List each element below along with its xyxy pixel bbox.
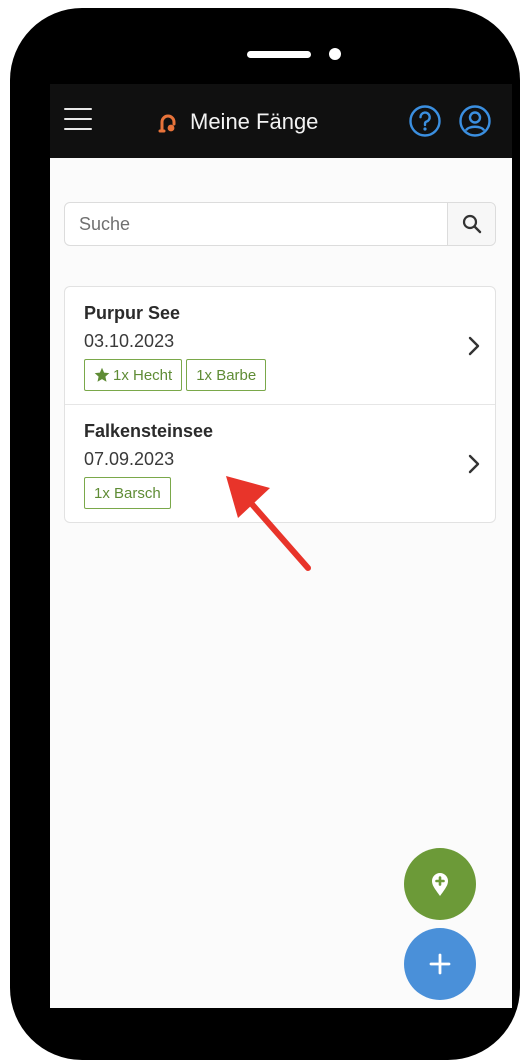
add-catch-button[interactable]	[404, 928, 476, 1000]
fish-tag-label: 1x Barsch	[94, 484, 161, 502]
catch-item-purpur-see[interactable]: Purpur See 03.10.2023 1x Hecht 1x Barbe	[65, 287, 495, 405]
location-plus-icon	[432, 873, 448, 896]
fish-tags: 1x Barsch	[84, 477, 171, 509]
fish-tag-label: 1x Barbe	[196, 366, 257, 384]
star-icon	[94, 367, 110, 382]
phone-speaker	[247, 51, 311, 58]
add-location-button[interactable]	[404, 848, 476, 920]
catch-water-name: Purpur See	[84, 303, 181, 323]
fish-tag: 1x Barbe	[186, 359, 267, 391]
side-button-volume-up	[14, 236, 24, 308]
side-button-volume-down	[14, 330, 24, 402]
app-bar: Meine Fänge	[50, 84, 512, 158]
fish-tag: 1x Hecht	[84, 359, 183, 391]
chevron-right-icon	[468, 336, 480, 356]
help-circle-icon[interactable]	[408, 104, 442, 138]
search-button[interactable]	[447, 203, 495, 245]
search-icon	[462, 214, 482, 234]
catch-water-name: Falkensteinsee	[84, 421, 214, 441]
fish-tag-label: 1x Hecht	[113, 366, 173, 384]
plus-icon	[429, 953, 451, 975]
fish-tags: 1x Hecht 1x Barbe	[84, 359, 267, 391]
fish-tag: 1x Barsch	[84, 477, 171, 509]
page-title: Meine Fänge	[190, 109, 319, 134]
screenshot-stage: Meine Fänge Suche Purpur See 03.10.2023 …	[0, 0, 528, 1064]
catch-date: 03.10.2023	[84, 331, 175, 351]
user-account-icon[interactable]	[458, 104, 492, 138]
red-arrow-icon	[226, 476, 311, 571]
side-button-mute	[14, 158, 24, 198]
hamburger-menu-icon[interactable]	[64, 106, 92, 132]
search-input[interactable]	[65, 203, 447, 245]
fishing-hook-icon	[158, 114, 176, 133]
catch-date: 07.09.2023	[84, 449, 175, 469]
chevron-right-icon	[468, 454, 480, 474]
phone-camera	[329, 48, 341, 60]
search-bar	[64, 202, 496, 246]
